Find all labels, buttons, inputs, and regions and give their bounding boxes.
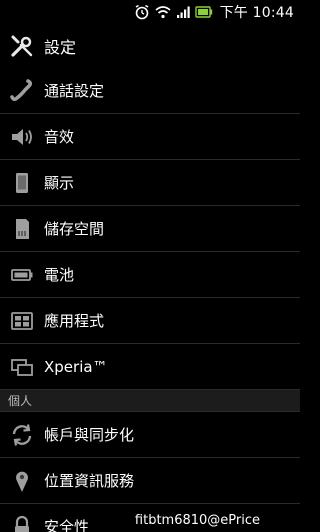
storage-icon bbox=[8, 215, 36, 243]
sync-icon bbox=[8, 421, 36, 449]
speaker-icon bbox=[8, 123, 36, 151]
list-item-label: 帳戶與同步化 bbox=[44, 426, 135, 444]
settings-screen: 下午 10:44 設定 通話設定 音效 顯示 儲存空間 電池 應用程式 Xper… bbox=[0, 0, 300, 532]
location-pin-icon bbox=[8, 467, 36, 495]
list-item-call-settings[interactable]: 通話設定 bbox=[0, 68, 300, 114]
settings-header: 設定 bbox=[0, 23, 300, 68]
list-item-label: 儲存空間 bbox=[44, 220, 105, 238]
watermark: fitbtm6810@ePrice bbox=[134, 513, 260, 528]
lock-icon bbox=[8, 513, 36, 532]
section-header-personal: 個人 bbox=[0, 390, 300, 412]
signal-icon bbox=[176, 4, 190, 20]
status-time: 下午 10:44 bbox=[219, 4, 294, 21]
list-item-label: 顯示 bbox=[44, 174, 75, 192]
list-item-label: 電池 bbox=[44, 266, 75, 284]
list-item-accounts-sync[interactable]: 帳戶與同步化 bbox=[0, 412, 300, 458]
list-item-display[interactable]: 顯示 bbox=[0, 160, 300, 206]
alarm-icon bbox=[134, 4, 150, 20]
xperia-icon bbox=[8, 353, 36, 381]
list-item-location-services[interactable]: 位置資訊服務 bbox=[0, 458, 300, 504]
settings-list: 通話設定 音效 顯示 儲存空間 電池 應用程式 Xperia™ 個人 帳戶與同步… bbox=[0, 68, 300, 532]
battery-icon bbox=[194, 4, 213, 20]
status-bar: 下午 10:44 bbox=[0, 0, 300, 23]
list-item-label: 應用程式 bbox=[44, 312, 105, 330]
apps-icon bbox=[8, 307, 36, 335]
battery-icon bbox=[8, 261, 36, 289]
wrench-screwdriver-icon bbox=[9, 33, 35, 59]
list-item-label: 通話設定 bbox=[44, 82, 105, 100]
phone-handset-icon bbox=[8, 77, 36, 105]
list-item-label: 安全性 bbox=[44, 518, 90, 532]
list-item-sound[interactable]: 音效 bbox=[0, 114, 300, 160]
list-item-label: 音效 bbox=[44, 128, 75, 146]
section-header-label: 個人 bbox=[8, 394, 33, 408]
list-item-battery[interactable]: 電池 bbox=[0, 252, 300, 298]
wifi-icon bbox=[155, 4, 171, 20]
list-item-label: Xperia™ bbox=[44, 357, 108, 376]
list-item-apps[interactable]: 應用程式 bbox=[0, 298, 300, 344]
display-icon bbox=[8, 169, 36, 197]
list-item-storage[interactable]: 儲存空間 bbox=[0, 206, 300, 252]
page-title: 設定 bbox=[44, 37, 77, 57]
list-item-xperia[interactable]: Xperia™ bbox=[0, 344, 300, 390]
list-item-label: 位置資訊服務 bbox=[44, 472, 135, 490]
